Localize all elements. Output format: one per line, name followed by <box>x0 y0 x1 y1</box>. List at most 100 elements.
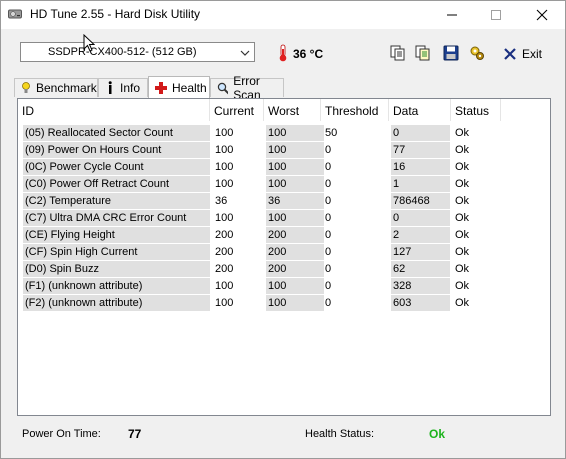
column-header-status[interactable]: Status <box>451 99 501 121</box>
cell-id: (0C) Power Cycle Count <box>23 159 210 175</box>
cell-data: 603 <box>391 295 450 311</box>
cell-threshold: 0 <box>325 144 332 156</box>
cell-data: 2 <box>391 227 450 243</box>
cell-id: (F2) (unknown attribute) <box>23 295 210 311</box>
cell-worst: 100 <box>266 159 324 175</box>
cell-current: 200 <box>215 263 234 275</box>
table-row[interactable]: (09) Power On Hours Count 100 100 0 77 O… <box>18 142 550 159</box>
cell-threshold: 0 <box>325 161 332 173</box>
cell-id: (D0) Spin Buzz <box>23 261 210 277</box>
hard-disk-icon <box>8 8 22 20</box>
tab-error-scan[interactable]: Error Scan <box>210 74 284 102</box>
exit-label: Exit <box>522 47 543 61</box>
cell-current: 100 <box>215 144 234 156</box>
cell-data: 786468 <box>391 193 450 209</box>
cell-threshold: 0 <box>325 229 332 241</box>
table-row[interactable]: (C2) Temperature 36 36 0 786468 Ok <box>18 193 550 210</box>
column-header-threshold[interactable]: Threshold <box>321 99 389 121</box>
window-title: HD Tune 2.55 - Hard Disk Utility <box>30 7 201 21</box>
column-header-id[interactable]: ID <box>18 99 210 121</box>
cell-data: 0 <box>391 125 450 141</box>
cell-id: (05) Reallocated Sector Count <box>23 125 210 141</box>
tab-info-label: Info <box>120 81 141 95</box>
cell-worst: 100 <box>266 278 324 294</box>
cell-id: (C0) Power Off Retract Count <box>23 176 210 192</box>
thermometer-icon <box>278 44 288 65</box>
cell-data: 1 <box>391 176 450 192</box>
table-row[interactable]: (CE) Flying Height 200 200 0 2 Ok <box>18 227 550 244</box>
cell-current: 100 <box>215 280 234 292</box>
table-row[interactable]: (05) Reallocated Sector Count 100 100 50… <box>18 125 550 142</box>
table-row[interactable]: (CF) Spin High Current 200 200 0 127 Ok <box>18 244 550 261</box>
bulb-icon <box>22 82 30 93</box>
status-area: Power On Time: 77 Health Status: Ok <box>17 419 551 449</box>
cell-current: 200 <box>215 229 234 241</box>
info-icon <box>108 81 112 94</box>
cell-worst: 200 <box>266 227 324 243</box>
floppy-disk-icon <box>443 45 459 61</box>
power-on-time-label: Power On Time: <box>22 428 101 440</box>
cell-current: 200 <box>215 246 234 258</box>
cell-threshold: 0 <box>325 246 332 258</box>
table-row[interactable]: (F1) (unknown attribute) 100 100 0 328 O… <box>18 278 550 295</box>
cell-worst: 200 <box>266 244 324 260</box>
cell-status: Ok <box>455 195 470 207</box>
cell-status: Ok <box>455 212 470 224</box>
cell-data: 127 <box>391 244 450 260</box>
cell-current: 100 <box>215 178 234 190</box>
table-row[interactable]: (0C) Power Cycle Count 100 100 0 16 Ok <box>18 159 550 176</box>
cell-current: 36 <box>215 195 228 207</box>
cell-data: 0 <box>391 210 450 226</box>
cell-threshold: 0 <box>325 280 332 292</box>
cell-worst: 100 <box>266 210 324 226</box>
settings-icon <box>470 46 484 60</box>
cell-current: 100 <box>215 127 234 139</box>
copy-all-button[interactable] <box>413 43 433 63</box>
options-button[interactable] <box>467 43 487 63</box>
cell-id: (CF) Spin High Current <box>23 244 210 260</box>
cell-status: Ok <box>455 127 470 139</box>
minimize-button[interactable] <box>429 1 475 29</box>
cell-threshold: 0 <box>325 297 332 309</box>
health-status-value: Ok <box>429 427 446 441</box>
table-row[interactable]: (D0) Spin Buzz 200 200 0 62 Ok <box>18 261 550 278</box>
title-bar: HD Tune 2.55 - Hard Disk Utility <box>1 1 565 29</box>
drive-select[interactable]: SSDPR-CX400-512- (512 GB) <box>20 42 255 62</box>
cell-data: 328 <box>391 278 450 294</box>
cell-status: Ok <box>455 178 470 190</box>
maximize-button[interactable] <box>473 1 519 29</box>
column-header-worst[interactable]: Worst <box>264 99 321 121</box>
exit-button[interactable]: Exit <box>504 45 542 63</box>
tab-benchmark[interactable]: Benchmark <box>14 78 98 97</box>
app-window: HD Tune 2.55 - Hard Disk Utility SSDPR-C… <box>0 0 566 459</box>
tab-health[interactable]: Health <box>148 76 210 98</box>
cell-worst: 100 <box>266 295 324 311</box>
close-icon <box>536 9 548 21</box>
cell-threshold: 0 <box>325 212 332 224</box>
cell-worst: 100 <box>266 125 324 141</box>
red-cross-icon <box>155 81 167 94</box>
save-button[interactable] <box>441 43 461 63</box>
table-row[interactable]: (C0) Power Off Retract Count 100 100 0 1… <box>18 176 550 193</box>
cell-status: Ok <box>455 263 470 275</box>
table-row[interactable]: (C7) Ultra DMA CRC Error Count 100 100 0… <box>18 210 550 227</box>
cell-current: 100 <box>215 161 234 173</box>
exit-x-icon <box>504 48 516 60</box>
temperature-readout: 36 °C <box>293 47 324 61</box>
health-status-label: Health Status: <box>305 428 375 440</box>
cell-status: Ok <box>455 144 470 156</box>
copy-all-icon <box>415 45 430 61</box>
column-header-data[interactable]: Data <box>389 99 451 121</box>
tab-info[interactable]: Info <box>98 78 148 97</box>
column-header-current[interactable]: Current <box>210 99 264 121</box>
mouse-cursor-icon <box>83 34 95 52</box>
drive-select-value: SSDPR-CX400-512- (512 GB) <box>48 46 197 58</box>
tab-health-label: Health <box>172 80 207 95</box>
cell-status: Ok <box>455 246 470 258</box>
copy-button[interactable] <box>388 43 408 63</box>
table-row[interactable]: (F2) (unknown attribute) 100 100 0 603 O… <box>18 295 550 312</box>
close-button[interactable] <box>519 1 565 29</box>
cell-current: 100 <box>215 212 234 224</box>
cell-worst: 100 <box>266 176 324 192</box>
chevron-down-icon <box>240 47 250 61</box>
